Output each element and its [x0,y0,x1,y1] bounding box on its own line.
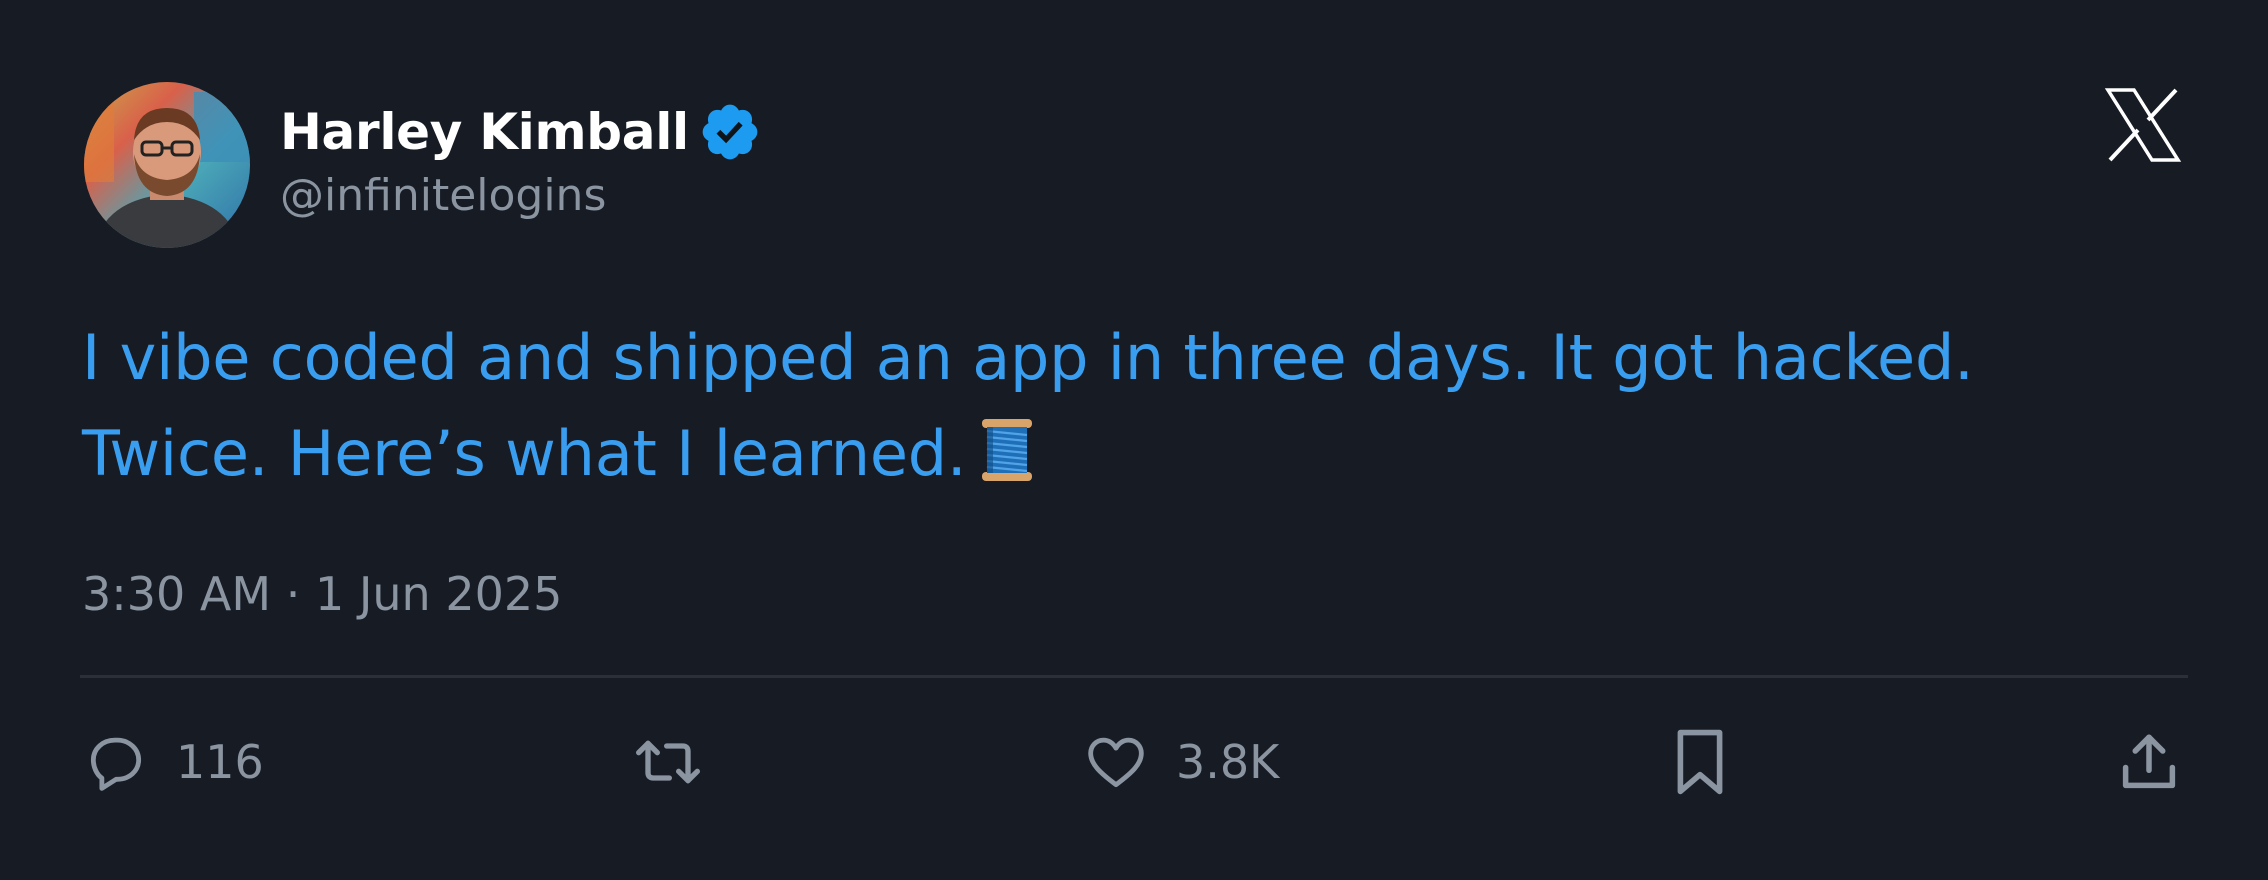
x-logo-icon[interactable] [2104,86,2182,164]
author-handle[interactable]: @infinitelogins [280,168,606,224]
retweet-icon [632,730,704,794]
retweet-button[interactable] [632,727,732,797]
avatar[interactable] [84,82,250,248]
spool-of-thread-icon [978,414,1036,481]
share-button[interactable] [2116,727,2182,797]
tweet-timestamp[interactable]: 3:30 AM · 1 Jun 2025 [82,566,562,622]
like-button[interactable]: 3.8K [1084,727,1279,797]
author-display-name[interactable]: Harley Kimball [280,100,689,164]
bookmark-button[interactable] [1672,727,1728,797]
like-count: 3.8K [1176,735,1280,789]
tweet-text-line-2: Twice. Here’s what I learned. [82,406,2182,502]
tweet-text-line-1: I vibe coded and shipped an app in three… [82,321,1974,394]
share-icon [2116,729,2182,795]
bookmark-icon [1672,727,1728,797]
heart-icon [1084,730,1148,794]
reply-icon [84,730,148,794]
verified-badge-icon [698,100,762,164]
divider [80,675,2188,678]
tweet-text: I vibe coded and shipped an app in three… [82,310,2182,502]
tweet-text-line-2-content: Twice. Here’s what I learned. [82,417,967,490]
reply-button[interactable]: 116 [84,727,264,797]
tweet-card: Harley Kimball @infinitelogins I vibe co… [0,0,2268,880]
reply-count: 116 [176,735,264,789]
